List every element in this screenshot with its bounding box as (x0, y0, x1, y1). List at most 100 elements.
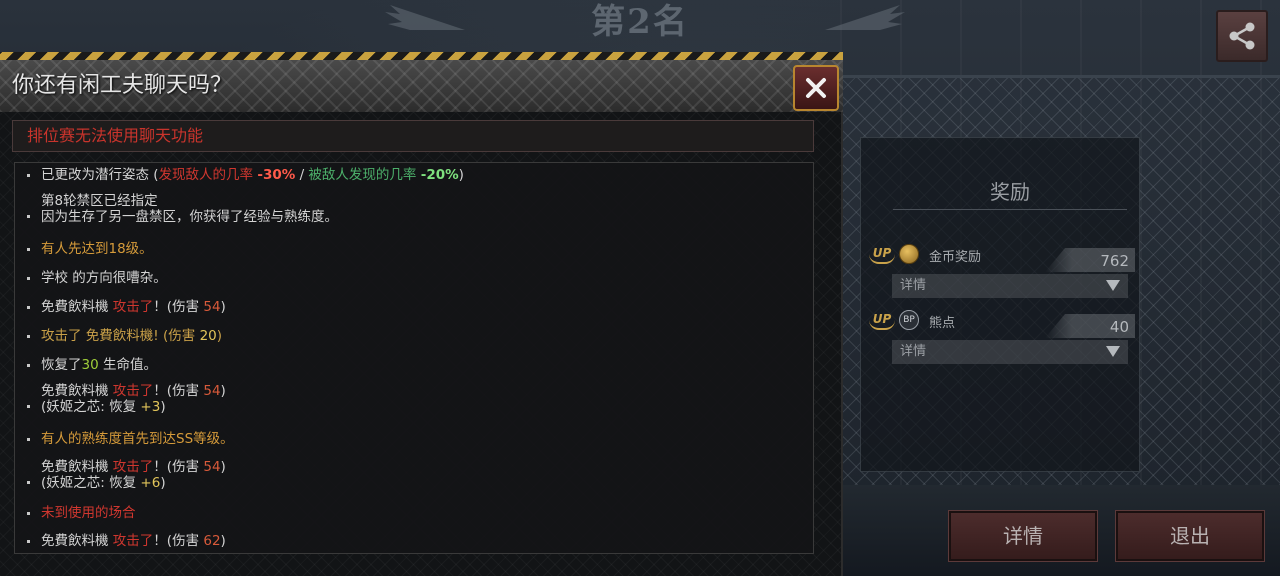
chat-text-segment: ！(伤害 (153, 459, 204, 475)
chat-text-segment: 生命值。 (98, 357, 157, 373)
chat-message-line: 未到使用的场合 (41, 505, 136, 521)
chat-message-text: 免費飲料機 攻击了！(伤害 54) (41, 299, 226, 315)
dialog-header: 你还有闲工夫聊天吗？ (0, 60, 843, 112)
bullet-icon (27, 174, 30, 177)
chat-text-segment: 恢复了 (41, 357, 82, 373)
bullet-icon (27, 248, 30, 251)
chat-dialog: 你还有闲工夫聊天吗？ 排位赛无法使用聊天功能 已更改为潜行姿态 (发现敌人的几率… (0, 52, 843, 576)
chat-text-segment: ！(伤害 (153, 299, 204, 315)
chat-message-line: 免費飲料機 攻击了！(伤害 54) (41, 299, 226, 315)
chat-text-segment: 学校 的方向很嘈杂。 (41, 270, 167, 286)
bullet-icon (27, 306, 30, 309)
close-icon (806, 78, 826, 98)
wing-ornament-right-icon (825, 5, 905, 30)
bear-icon: BP (899, 310, 919, 330)
bullet-icon (27, 277, 30, 280)
chat-text-segment: -20% (420, 167, 459, 183)
chat-text-segment: ) (220, 383, 226, 399)
chat-text-segment: 30 (81, 357, 99, 373)
chat-log[interactable]: 已更改为潜行姿态 (发现敌人的几率 -30% / 被敌人发现的几率 -20%) 第… (14, 162, 814, 554)
gold-detail-dropdown[interactable]: 详情 (892, 274, 1128, 298)
chat-text-segment: ) (220, 299, 226, 315)
up-badge: UP (869, 310, 895, 330)
dropdown-label: 详情 (900, 278, 927, 293)
chat-text-segment: 62 (203, 533, 221, 549)
chat-text-segment: 攻击了 (112, 383, 154, 399)
chat-message-text: 学校 的方向很嘈杂。 (41, 270, 167, 286)
chat-message-text: 未到使用的场合 (41, 505, 136, 521)
bullet-icon (27, 540, 30, 543)
chat-text-segment: ！(伤害 (153, 383, 204, 399)
share-button[interactable] (1216, 10, 1268, 62)
chat-message-text: 有人先达到18级。 (41, 241, 153, 257)
chat-text-segment: 20 (199, 328, 217, 344)
chat-message-text: 免費飲料機 攻击了！(伤害 54) (妖姬之芯: 恢复 +3) (41, 383, 226, 415)
chat-text-segment: ) (160, 475, 166, 491)
dropdown-arrow-icon (1106, 346, 1120, 357)
coin-icon (899, 244, 919, 264)
bullet-icon (27, 481, 30, 484)
chat-text-segment: ) (216, 328, 223, 344)
chat-message-text: 免費飲料機 攻击了！(伤害 62) (41, 533, 226, 549)
chat-message-line: 学校 的方向很嘈杂。 (41, 270, 167, 286)
chat-message-line: 攻击了 免費飲料機! (伤害 20) (41, 328, 222, 344)
chat-text-segment: ！(伤害 (153, 533, 204, 549)
chat-message-line: (妖姬之芯: 恢复 +6) (41, 475, 226, 491)
chat-text-segment: +6 (140, 475, 161, 491)
chat-text-segment: 攻击了 免費飲料機! (伤害 (41, 328, 200, 344)
hazard-stripe (0, 52, 843, 60)
chat-message-line: 免費飲料機 攻击了！(伤害 54) (41, 459, 226, 475)
chat-text-segment: 攻击了 (112, 459, 154, 475)
chat-message-text: 有人的熟练度首先到达SS等级。 (41, 431, 234, 447)
chat-message-line: 已更改为潜行姿态 (发现敌人的几率 -30% / 被敌人发现的几率 -20%) (41, 167, 464, 183)
chat-text-segment: 被敌人发现的几率 (308, 167, 421, 183)
chat-text-segment: 已更改为潜行姿态 ( (41, 167, 159, 183)
chat-text-segment: ) (160, 399, 166, 415)
chat-text-segment: 有人先达到18级。 (41, 241, 153, 257)
chat-message-line: (妖姬之芯: 恢复 +3) (41, 399, 226, 415)
chat-message-line: 免費飲料機 攻击了！(伤害 54) (41, 383, 226, 399)
chat-text-segment: 免費飲料機 (41, 299, 113, 315)
chat-text-segment: / (295, 167, 309, 183)
chat-text-segment: ) (458, 167, 464, 183)
close-button[interactable] (793, 65, 839, 111)
chat-message-line: 免費飲料機 攻击了！(伤害 62) (41, 533, 226, 549)
chat-text-segment: 攻击了 (112, 299, 154, 315)
chat-text-segment: 攻击了 (112, 533, 154, 549)
bullet-icon (27, 405, 30, 408)
reward-row-bear-points: UP BP 熊点 40 (869, 310, 1135, 338)
chat-text-segment: 54 (203, 383, 221, 399)
chat-disabled-notice: 排位赛无法使用聊天功能 (12, 120, 814, 152)
chat-text-segment: 发现敌人的几率 (158, 167, 258, 183)
reward-label-gold: 金币奖励 (929, 250, 982, 265)
chat-text-segment: ) (220, 459, 226, 475)
reward-panel: 奖励 UP 金币奖励 762 详情 UP BP 熊点 40 详情 (860, 137, 1140, 472)
bullet-icon (27, 438, 30, 441)
wing-ornament-left-icon (385, 5, 465, 30)
chat-message-text: 免費飲料機 攻击了！(伤害 54) (妖姬之芯: 恢复 +6) (41, 459, 226, 491)
chat-text-segment: (妖姬之芯: 恢复 (41, 399, 141, 415)
chat-text-segment: +3 (140, 399, 161, 415)
bear-points-detail-dropdown[interactable]: 详情 (892, 340, 1128, 364)
reward-value-bear-points: 40 (1045, 314, 1135, 338)
chat-text-segment: 54 (203, 299, 221, 315)
reward-label-bear-points: 熊点 (929, 316, 956, 331)
chat-text-segment: 54 (203, 459, 221, 475)
dropdown-arrow-icon (1106, 280, 1120, 291)
details-button[interactable]: 详情 (948, 510, 1098, 562)
dialog-title: 你还有闲工夫聊天吗？ (12, 73, 233, 98)
bullet-icon (27, 364, 30, 367)
chat-message-line: 因为生存了另一盘禁区，你获得了经验与熟练度。 (41, 209, 338, 225)
chat-text-segment: -30% (257, 167, 296, 183)
chat-text-segment: (妖姬之芯: 恢复 (41, 475, 141, 491)
reward-title: 奖励 (893, 176, 1127, 210)
chat-message-line: 有人先达到18级。 (41, 241, 153, 257)
bullet-icon (27, 215, 30, 218)
chat-text-segment: 免費飲料機 (41, 383, 113, 399)
chat-text-segment: 有人的熟练度首先到达SS等级。 (41, 431, 234, 447)
exit-button[interactable]: 退出 (1115, 510, 1265, 562)
chat-text-segment: ) (220, 533, 226, 549)
chat-message-line: 恢复了30 生命值。 (41, 357, 157, 373)
chat-message-line: 有人的熟练度首先到达SS等级。 (41, 431, 234, 447)
bullet-icon (27, 512, 30, 515)
